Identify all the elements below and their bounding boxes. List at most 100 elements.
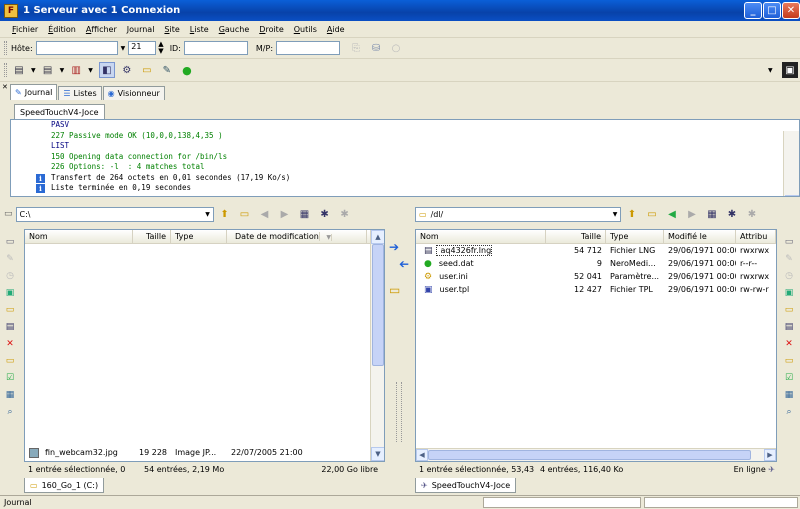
password-input[interactable] — [276, 41, 341, 55]
connect-dropdown[interactable]: ▼ — [60, 67, 65, 74]
connect-icon[interactable]: ⛁ — [368, 40, 384, 56]
properties-icon[interactable]: ▤ — [782, 320, 796, 334]
scroll-right-arrow[interactable]: ▶ — [764, 449, 776, 461]
host-history-dropdown[interactable]: ▼ — [121, 45, 126, 52]
title-bar[interactable]: F 1 Serveur avec 1 Connexion _ □ ✕ — [0, 0, 800, 21]
forward-icon[interactable]: ▶ — [684, 206, 700, 222]
right-col-date[interactable]: Modifié le — [664, 230, 736, 243]
log-panel[interactable]: PASV 227 Passive mode OK (10,0,0,138,4,35… — [10, 119, 800, 197]
quick-connect-icon[interactable]: ⎘ — [348, 40, 364, 56]
host-input[interactable] — [35, 41, 118, 55]
scroll-thumb[interactable] — [372, 244, 384, 366]
history-icon[interactable]: ◷ — [3, 269, 17, 283]
scroll-thumb[interactable] — [428, 450, 751, 460]
back-icon[interactable]: ◀ — [664, 206, 680, 222]
transfer-left-icon[interactable]: ➔ — [389, 257, 409, 271]
table-row[interactable]: ⚙ user.ini 52 041 Paramètre... 29/06/1971 00… — [416, 270, 776, 283]
new-file-icon[interactable]: ▣ — [3, 286, 17, 300]
left-list-scrollbar[interactable]: ▲ ▼ — [370, 230, 384, 461]
site-manager-icon[interactable]: ▤ — [11, 62, 27, 78]
search-icon[interactable]: ⌕ — [782, 405, 796, 419]
left-col-date[interactable]: Date de modification ▼ — [227, 230, 367, 243]
menu-droite[interactable]: Droite — [259, 25, 283, 34]
forward-icon[interactable]: ▶ — [277, 206, 293, 222]
folder-icon[interactable]: ▭ — [139, 62, 155, 78]
chevron-down-icon[interactable]: ▼ — [610, 208, 620, 221]
close-button[interactable]: ✕ — [782, 2, 800, 19]
edit-icon[interactable]: ✎ — [3, 252, 17, 266]
right-col-name[interactable]: Nom — [416, 230, 546, 243]
filter-icon[interactable]: ✱ — [317, 206, 333, 222]
tab-journal[interactable]: ✎ Journal — [10, 84, 58, 100]
right-hscrollbar[interactable]: ◀ ▶ — [416, 448, 776, 461]
port-input[interactable]: 21 — [128, 41, 157, 55]
maximize-button[interactable]: □ — [763, 2, 781, 19]
right-col-size[interactable]: Taille — [546, 230, 606, 243]
checklist-icon[interactable]: ☑ — [3, 371, 17, 385]
script-icon[interactable]: ✎ — [159, 62, 175, 78]
connect-server-icon[interactable]: ▤ — [40, 62, 56, 78]
chevron-down-icon[interactable]: ▼ — [203, 208, 213, 221]
site-manager-dropdown[interactable]: ▼ — [31, 67, 36, 74]
close-panel-icon[interactable]: ✕ — [2, 83, 8, 91]
splitter-handle[interactable] — [396, 382, 402, 442]
open-folder-icon[interactable]: ▭ — [644, 206, 660, 222]
drive-list-icon[interactable]: ▭ — [782, 235, 796, 249]
log-session-tab[interactable]: SpeedTouchV4-Joce — [14, 104, 105, 119]
menu-aide[interactable]: Aide — [327, 25, 345, 34]
terminal-icon[interactable]: ▣ — [782, 62, 798, 78]
right-file-list[interactable]: Nom Taille Type Modifié le Attribu ▤ aq43… — [415, 229, 777, 462]
view-mode-icon[interactable]: ▦ — [704, 206, 720, 222]
history-icon[interactable]: ◷ — [782, 269, 796, 283]
left-path-combo[interactable]: C:\ ▼ — [15, 206, 214, 222]
new-folder-icon[interactable]: ▭ — [3, 303, 17, 317]
scroll-up-arrow[interactable]: ▲ — [371, 230, 384, 244]
menu-afficher[interactable]: Afficher — [86, 25, 117, 34]
toolbar-overflow[interactable]: ▼ — [768, 67, 773, 74]
new-file-icon[interactable]: ▣ — [782, 286, 796, 300]
open-folder-icon[interactable]: ▭ — [237, 206, 253, 222]
table-row[interactable]: ▣ user.tpl 12 427 Fichier TPL 29/06/1971 00:… — [416, 283, 776, 296]
table-row[interactable]: ▤ aq4326fr.lng 54 712 Fichier LNG 29/06/1971… — [416, 244, 776, 257]
filter-icon[interactable]: ✱ — [724, 206, 740, 222]
search-icon[interactable]: ⌕ — [3, 405, 17, 419]
rename-icon[interactable]: ▭ — [3, 354, 17, 368]
left-file-list[interactable]: Nom Taille Type Date de modification ▼ f… — [24, 229, 385, 462]
transfer-right-icon[interactable]: ➔ — [389, 240, 409, 254]
properties-icon[interactable]: ▤ — [3, 320, 17, 334]
menu-edition[interactable]: Édition — [48, 25, 76, 34]
menu-outils[interactable]: Outils — [294, 25, 317, 34]
left-col-name[interactable]: Nom — [25, 230, 133, 243]
toggle-view-icon[interactable]: ◧ — [98, 62, 115, 78]
scroll-down-arrow[interactable]: ▼ — [785, 195, 799, 196]
sort-icon[interactable]: ✱ — [744, 206, 760, 222]
sort-icon[interactable]: ✱ — [337, 206, 353, 222]
right-col-type[interactable]: Type — [606, 230, 664, 243]
log-scrollbar[interactable]: ▲ ▼ — [783, 130, 799, 196]
calculator-icon[interactable]: ▦ — [3, 388, 17, 402]
view-mode-icon[interactable]: ▦ — [297, 206, 313, 222]
menu-site[interactable]: Site — [164, 25, 179, 34]
disconnect-icon[interactable]: ▥ — [68, 62, 84, 78]
left-drive-tab[interactable]: ▭ 160_Go_1 (C:) — [24, 478, 105, 493]
right-path-combo[interactable]: ▭/dl/▼ — [415, 206, 621, 222]
drive-list-icon[interactable]: ▭ — [3, 235, 17, 249]
calculator-icon[interactable]: ▦ — [782, 388, 796, 402]
disconnect-dropdown[interactable]: ▼ — [88, 67, 93, 74]
scroll-left-arrow[interactable]: ◀ — [416, 449, 428, 461]
edit-icon[interactable]: ✎ — [782, 252, 796, 266]
menu-liste[interactable]: Liste — [190, 25, 209, 34]
sync-folders-icon[interactable]: ▭ — [389, 283, 409, 301]
menu-fichier[interactable]: Fichier — [12, 25, 38, 34]
scroll-down-arrow[interactable]: ▼ — [371, 447, 384, 461]
checklist-icon[interactable]: ☑ — [782, 371, 796, 385]
menu-gauche[interactable]: Gauche — [219, 25, 250, 34]
back-icon[interactable]: ◀ — [257, 206, 273, 222]
parent-folder-icon[interactable]: ⬆ — [217, 206, 233, 222]
new-folder-icon[interactable]: ▭ — [782, 303, 796, 317]
clear-icon[interactable]: ○ — [388, 40, 404, 56]
menu-journal[interactable]: Journal — [127, 25, 155, 34]
refresh-icon[interactable]: ● — [179, 62, 195, 78]
right-session-tab[interactable]: ✈ SpeedTouchV4-Joce — [415, 478, 517, 493]
tab-visionneur[interactable]: ◉ Visionneur — [102, 86, 165, 100]
